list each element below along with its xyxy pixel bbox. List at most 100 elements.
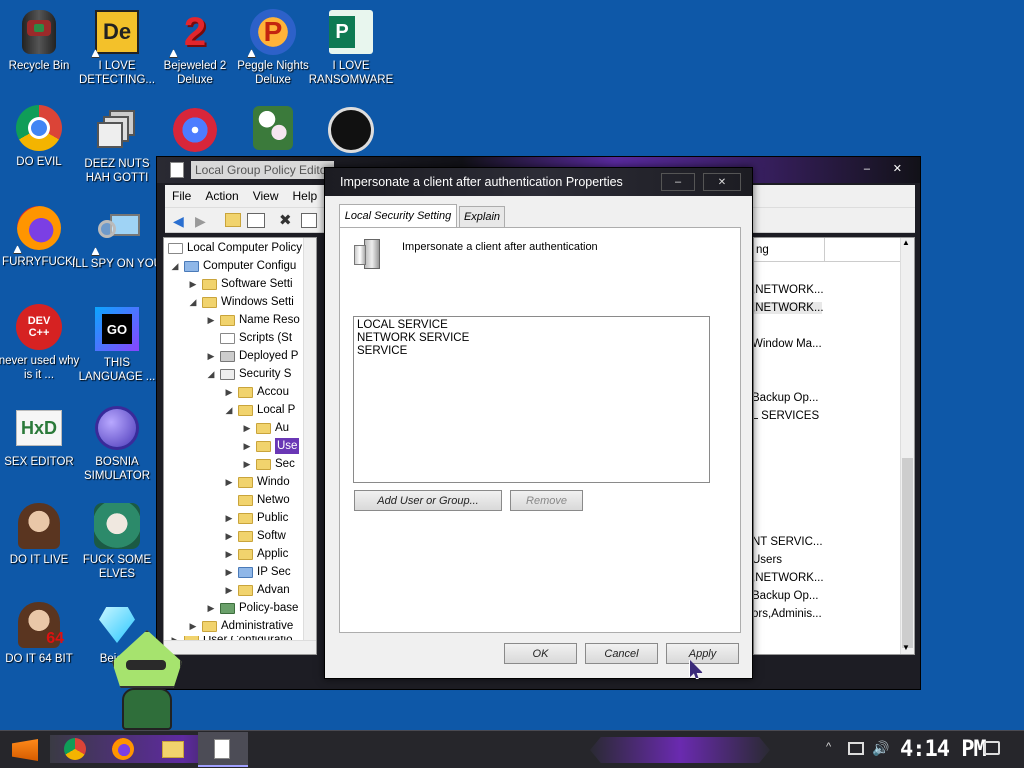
desktop-icon-dragon[interactable] xyxy=(306,106,396,157)
chevron-right-icon[interactable]: ▶ xyxy=(206,348,216,364)
tree-item[interactable]: ▶ Windo xyxy=(224,474,290,490)
tree-item[interactable]: ▶ Applic xyxy=(224,546,289,562)
scroll-down-icon[interactable]: ▼ xyxy=(902,643,910,652)
gpedit-tree-pane[interactable]: Local Computer Policy ◢ Computer Configu … xyxy=(163,237,317,655)
minimize-icon[interactable]: – xyxy=(661,173,695,191)
folder-icon xyxy=(238,512,253,524)
gpedit-taskbar-button[interactable] xyxy=(198,732,248,767)
chevron-right-icon[interactable]: ▶ xyxy=(224,474,234,490)
desktop-icon-bejeweled-2[interactable]: 2 Bejeweled 2 Deluxe xyxy=(150,8,240,87)
desktop-icon-flowers[interactable] xyxy=(228,104,318,155)
chrome-taskbar-icon[interactable] xyxy=(64,738,86,760)
desktop-icon-fuck-some-elves[interactable]: FUCK SOME ELVES xyxy=(72,502,162,581)
details-vertical-scrollbar[interactable]: ▲ ▼ xyxy=(900,238,914,654)
tree-item[interactable]: ▶ Au xyxy=(242,420,290,436)
tree-item[interactable]: ▶ Public xyxy=(224,510,289,526)
network-icon[interactable] xyxy=(848,742,864,755)
tab-explain[interactable]: Explain xyxy=(459,206,505,227)
dialog-titlebar[interactable]: Impersonate a client after authenticatio… xyxy=(325,168,752,196)
chevron-right-icon[interactable]: ▶ xyxy=(206,312,216,328)
tree-item[interactable]: ▶ Sec xyxy=(242,456,295,472)
chevron-right-icon[interactable]: ▶ xyxy=(224,582,234,598)
desktop-icon-i-love-ransomware[interactable]: P I LOVE RANSOMWARE xyxy=(306,8,396,87)
chevron-right-icon[interactable]: ▶ xyxy=(224,546,234,562)
tree-item[interactable]: ◢ Security S xyxy=(206,366,292,382)
tree-item[interactable]: ◢ Computer Configu xyxy=(170,258,297,274)
clock[interactable]: 4:14 PM xyxy=(900,737,987,762)
desktop-icon-ill-spy-on-you[interactable]: ILL SPY ON YOU xyxy=(72,206,162,271)
chevron-right-icon[interactable]: ▶ xyxy=(242,438,252,454)
accounts-listbox[interactable]: LOCAL SERVICE NETWORK SERVICE SERVICE xyxy=(353,316,710,483)
apply-button[interactable]: Apply xyxy=(666,643,739,664)
chevron-right-icon[interactable]: ▶ xyxy=(242,420,252,436)
scroll-up-icon[interactable]: ▲ xyxy=(902,238,910,247)
desktop-icon-deez-nuts[interactable]: DEEZ NUTS HAH GOTTI xyxy=(72,106,162,185)
chevron-down-icon[interactable]: ◢ xyxy=(188,294,198,310)
tree-item[interactable]: ▶ IP Sec xyxy=(224,564,291,580)
chevron-right-icon[interactable]: ▶ xyxy=(224,528,234,544)
tree-item[interactable]: ▶ Deployed P xyxy=(206,348,299,364)
tree-item[interactable]: ▶ Administrative xyxy=(188,618,294,634)
chevron-right-icon[interactable]: ▶ xyxy=(224,564,234,580)
desktop-icon-i-love-detecting[interactable]: De I LOVE DETECTING... xyxy=(72,8,162,87)
gpedit-minimize-icon[interactable]: – xyxy=(864,163,870,175)
folder-icon xyxy=(220,314,235,326)
back-arrow-icon[interactable]: ◀ xyxy=(173,214,189,228)
properties-icon[interactable] xyxy=(301,213,317,228)
tree-item[interactable]: Netwo xyxy=(238,492,290,508)
desktop-icon-bosnia-simulator[interactable]: BOSNIA SIMULATOR xyxy=(72,404,162,483)
show-hidden-icons-icon[interactable]: ^ xyxy=(826,741,831,753)
tree-item[interactable]: ◢ Local P xyxy=(224,402,296,418)
list-item[interactable]: NETWORK SERVICE xyxy=(357,332,706,345)
cancel-button[interactable]: Cancel xyxy=(585,643,658,664)
file-explorer-taskbar-icon[interactable] xyxy=(162,741,184,758)
column-divider[interactable] xyxy=(824,238,825,262)
volume-icon[interactable]: 🔊 xyxy=(872,740,889,757)
chevron-down-icon[interactable]: ◢ xyxy=(170,258,180,274)
chevron-down-icon[interactable]: ◢ xyxy=(224,402,234,418)
scrollbar-thumb[interactable] xyxy=(902,458,913,648)
tree-item[interactable]: ▶ Software Setti xyxy=(188,276,293,292)
tree-item[interactable]: ▶ Policy-base xyxy=(206,600,299,616)
remove-button[interactable]: Remove xyxy=(510,490,583,511)
delete-icon[interactable]: ✖ xyxy=(279,211,292,229)
tree-item-selected[interactable]: ▶ Use xyxy=(242,438,300,454)
tree-item[interactable]: ▶ Softw xyxy=(224,528,286,544)
tree-item[interactable]: Scripts (St xyxy=(220,330,292,346)
notifications-icon[interactable] xyxy=(984,741,1000,755)
gpedit-details-pane[interactable]: ng ,NETWORK... ,NETWORK... Window Ma... … xyxy=(753,237,915,655)
menu-help[interactable]: Help xyxy=(286,189,325,203)
add-user-or-group-button[interactable]: Add User or Group... xyxy=(354,490,502,511)
chevron-right-icon[interactable]: ▶ xyxy=(188,276,198,292)
chevron-down-icon[interactable]: ◢ xyxy=(206,366,216,382)
desktop-icon-peggle-nights[interactable]: P Peggle Nights Deluxe xyxy=(228,8,318,87)
gpedit-close-icon[interactable]: ✕ xyxy=(893,162,902,175)
tree-vertical-scrollbar[interactable] xyxy=(303,238,316,640)
ok-button[interactable]: OK xyxy=(504,643,577,664)
properties-dialog[interactable]: Impersonate a client after authenticatio… xyxy=(324,167,753,679)
close-icon[interactable]: ✕ xyxy=(703,173,741,191)
show-hide-tree-icon[interactable] xyxy=(247,213,265,228)
list-item[interactable]: SERVICE xyxy=(357,345,706,358)
up-folder-icon[interactable] xyxy=(225,213,241,227)
chevron-right-icon[interactable]: ▶ xyxy=(224,384,234,400)
menu-action[interactable]: Action xyxy=(198,189,245,203)
tree-item[interactable]: Local Computer Policy xyxy=(168,240,302,256)
tree-item[interactable]: ▶ Advan xyxy=(224,582,290,598)
tab-local-security-setting[interactable]: Local Security Setting xyxy=(339,204,457,227)
chevron-right-icon[interactable]: ▶ xyxy=(242,456,252,472)
start-button-icon[interactable] xyxy=(12,739,38,761)
menu-file[interactable]: File xyxy=(165,189,198,203)
details-column-header[interactable]: ng xyxy=(754,238,902,262)
forward-arrow-icon[interactable]: ▶ xyxy=(195,214,211,228)
firefox-taskbar-icon[interactable] xyxy=(112,738,134,760)
list-item[interactable]: LOCAL SERVICE xyxy=(357,319,706,332)
tree-item[interactable]: ▶ Accou xyxy=(224,384,289,400)
tree-item[interactable]: ▶ Name Reso xyxy=(206,312,300,328)
chevron-right-icon[interactable]: ▶ xyxy=(206,600,216,616)
menu-view[interactable]: View xyxy=(246,189,286,203)
chevron-right-icon[interactable]: ▶ xyxy=(224,510,234,526)
tree-item[interactable]: ◢ Windows Setti xyxy=(188,294,294,310)
desktop-icon-gem[interactable] xyxy=(150,106,240,157)
desktop-icon-this-language[interactable]: GO THIS LANGUAGE ... xyxy=(72,305,162,384)
